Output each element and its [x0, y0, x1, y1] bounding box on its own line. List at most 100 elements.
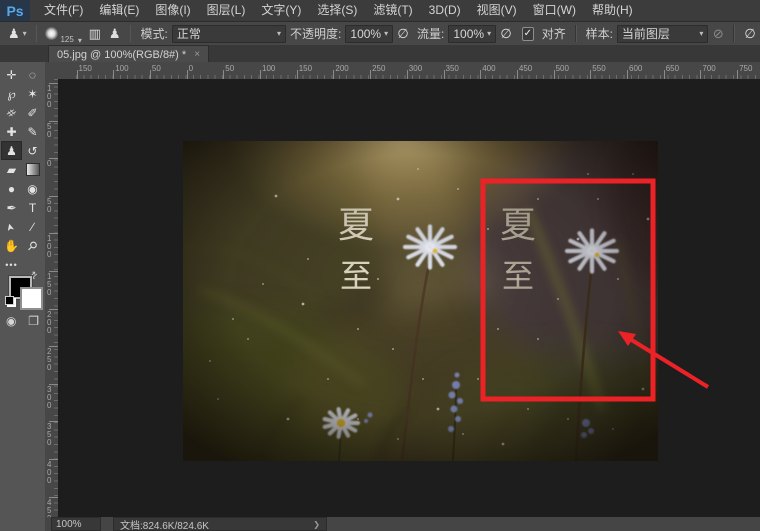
menu-item-type[interactable]: 文字(Y): [253, 0, 309, 21]
move-tool[interactable]: ✛: [1, 65, 22, 84]
menu-item-image[interactable]: 图像(I): [147, 0, 198, 21]
clone-stamp-tool[interactable]: ♟: [1, 141, 22, 160]
mode-label: 模式:: [140, 25, 167, 42]
chevron-down-icon: ▾: [78, 36, 82, 45]
sample-label: 样本:: [586, 25, 613, 42]
menu-bar: Ps 文件(F) 编辑(E) 图像(I) 图层(L) 文字(Y) 选择(S) 滤…: [0, 0, 760, 22]
type-icon: T: [29, 202, 36, 214]
magic-wand-tool[interactable]: ✶: [22, 84, 43, 103]
more-tools-button[interactable]: •••: [1, 255, 22, 274]
document-tab[interactable]: 05.jpg @ 100%(RGB/8#) * ×: [48, 45, 209, 63]
gradient-tool[interactable]: [22, 160, 43, 179]
flow-select[interactable]: 100% ▾: [448, 25, 496, 43]
clone-stamp-icon: ♟: [8, 26, 20, 42]
marquee-tool[interactable]: ◌: [22, 65, 43, 84]
divider: [733, 25, 735, 42]
menu-item-file[interactable]: 文件(F): [36, 0, 91, 21]
opacity-value: 100%: [350, 27, 381, 41]
path-selection-tool[interactable]: ➤: [1, 217, 22, 236]
hand-tool[interactable]: ✋: [1, 236, 22, 255]
history-brush-icon: ↺: [27, 145, 37, 157]
marquee-icon: ◌: [29, 69, 36, 81]
eyedropper-tool[interactable]: ✐: [22, 103, 43, 122]
background-color-swatch[interactable]: [20, 287, 43, 310]
canvas-area[interactable]: 夏 至 夏 至: [58, 79, 760, 517]
menu-item-3d[interactable]: 3D(D): [421, 0, 469, 21]
pen-tool[interactable]: ✒: [1, 198, 22, 217]
lasso-tool[interactable]: ℘: [1, 84, 22, 103]
menu-item-window[interactable]: 窗口(W): [525, 0, 584, 21]
pen-pressure-icon: ∅: [397, 26, 408, 42]
aligned-label: 对齐: [542, 25, 566, 42]
size-pressure-button[interactable]: ∅: [741, 24, 759, 44]
chevron-down-icon: ▾: [23, 29, 27, 38]
brush-preset-picker[interactable]: 125 ▾: [42, 23, 84, 45]
blur-tool[interactable]: ●: [1, 179, 22, 198]
mode-select[interactable]: 正常 ▾: [172, 25, 286, 43]
photoshop-logo: Ps: [0, 0, 30, 21]
chevron-right-icon: ❯: [313, 520, 320, 529]
zoom-tool[interactable]: ⚲: [22, 236, 43, 255]
photoshop-window: Ps 文件(F) 编辑(E) 图像(I) 图层(L) 文字(Y) 选择(S) 滤…: [0, 0, 760, 531]
status-bar: 100% 文档:824.6K/824.6K ❯: [45, 517, 760, 531]
line-tool[interactable]: ∕: [22, 217, 43, 236]
clone-stamp-icon: ♟: [6, 145, 17, 157]
zoom-level-field[interactable]: 100%: [51, 517, 101, 531]
tools-panel: ✛ ◌ ℘ ✶ # ✐ ✚ ✎ ♟ ↺ ▰ ● ◉ ✒ T ➤ ∕ ✋ ⚲ ••…: [0, 62, 46, 531]
menu-item-filter[interactable]: 滤镜(T): [365, 0, 420, 21]
gradient-icon: [26, 163, 40, 176]
ignore-adjustment-layers-button[interactable]: ⊘: [709, 24, 727, 44]
color-swatches: ⇄: [6, 274, 40, 312]
crop-tool[interactable]: #: [1, 103, 22, 122]
pen-icon: ✒: [6, 202, 16, 214]
lasso-icon: ℘: [7, 88, 15, 100]
sample-select[interactable]: 当前图层 ▾: [617, 25, 708, 43]
tool-preset-picker[interactable]: ♟ ▾: [0, 26, 31, 42]
eraser-tool[interactable]: ▰: [1, 160, 22, 179]
ellipsis-icon: •••: [5, 260, 17, 270]
clone-source-icon: ♟: [109, 26, 121, 42]
options-bar: ♟ ▾ 125 ▾ ▥ ♟ 模式: 正常 ▾ 不透明度: 100% ▾ ∅ 流量…: [0, 22, 760, 46]
crop-icon: #: [5, 106, 18, 119]
zoom-icon: ⚲: [25, 238, 40, 253]
eyedropper-icon: ✐: [27, 107, 37, 119]
aligned-checkbox[interactable]: ✓: [522, 27, 534, 41]
opacity-pressure-button[interactable]: ∅: [394, 24, 412, 44]
healing-brush-tool[interactable]: ✚: [1, 122, 22, 141]
document-tab-title: 05.jpg @ 100%(RGB/8#) *: [57, 49, 186, 61]
selection-arrow-icon: ➤: [6, 221, 18, 232]
chevron-down-icon: ▾: [277, 29, 281, 38]
tab-close-icon[interactable]: ×: [194, 49, 200, 60]
line-icon: ∕: [31, 221, 33, 233]
type-tool[interactable]: T: [22, 198, 43, 217]
quick-mask-button[interactable]: ◉: [6, 314, 16, 328]
toggle-brush-panel-button[interactable]: ▥: [86, 24, 104, 44]
document-info[interactable]: 文档:824.6K/824.6K ❯: [113, 517, 327, 531]
opacity-select[interactable]: 100% ▾: [345, 25, 393, 43]
clone-source-panel-button[interactable]: ♟: [106, 24, 124, 44]
dodge-tool[interactable]: ◉: [22, 179, 43, 198]
tools-grid: ✛ ◌ ℘ ✶ # ✐ ✚ ✎ ♟ ↺ ▰ ● ◉ ✒ T ➤ ∕ ✋ ⚲ ••…: [0, 62, 45, 274]
sample-value: 当前图层: [622, 25, 670, 42]
screen-mode-button[interactable]: ❐: [28, 314, 39, 328]
brush-panel-icon: ▥: [89, 26, 101, 42]
menu-item-layer[interactable]: 图层(L): [199, 0, 254, 21]
default-colors-icon[interactable]: [5, 296, 14, 305]
flow-value: 100%: [453, 27, 484, 41]
brush-tool[interactable]: ✎: [22, 122, 43, 141]
history-brush-tool[interactable]: ↺: [22, 141, 43, 160]
menu-item-select[interactable]: 选择(S): [309, 0, 365, 21]
document-tab-bar: 05.jpg @ 100%(RGB/8#) * ×: [0, 45, 760, 63]
menu-item-help[interactable]: 帮助(H): [584, 0, 641, 21]
flow-label: 流量:: [417, 25, 444, 42]
divider: [575, 25, 577, 42]
photo: 夏 至 夏 至: [68, 79, 760, 517]
airbrush-button[interactable]: ∅: [497, 24, 515, 44]
eraser-icon: ▰: [7, 164, 16, 176]
chevron-down-icon: ▾: [487, 29, 491, 38]
healing-brush-icon: ✚: [6, 126, 16, 138]
hand-icon: ✋: [4, 240, 19, 252]
menu-item-view[interactable]: 视图(V): [469, 0, 525, 21]
menu-item-edit[interactable]: 编辑(E): [91, 0, 147, 21]
brush-icon: ✎: [27, 126, 37, 138]
